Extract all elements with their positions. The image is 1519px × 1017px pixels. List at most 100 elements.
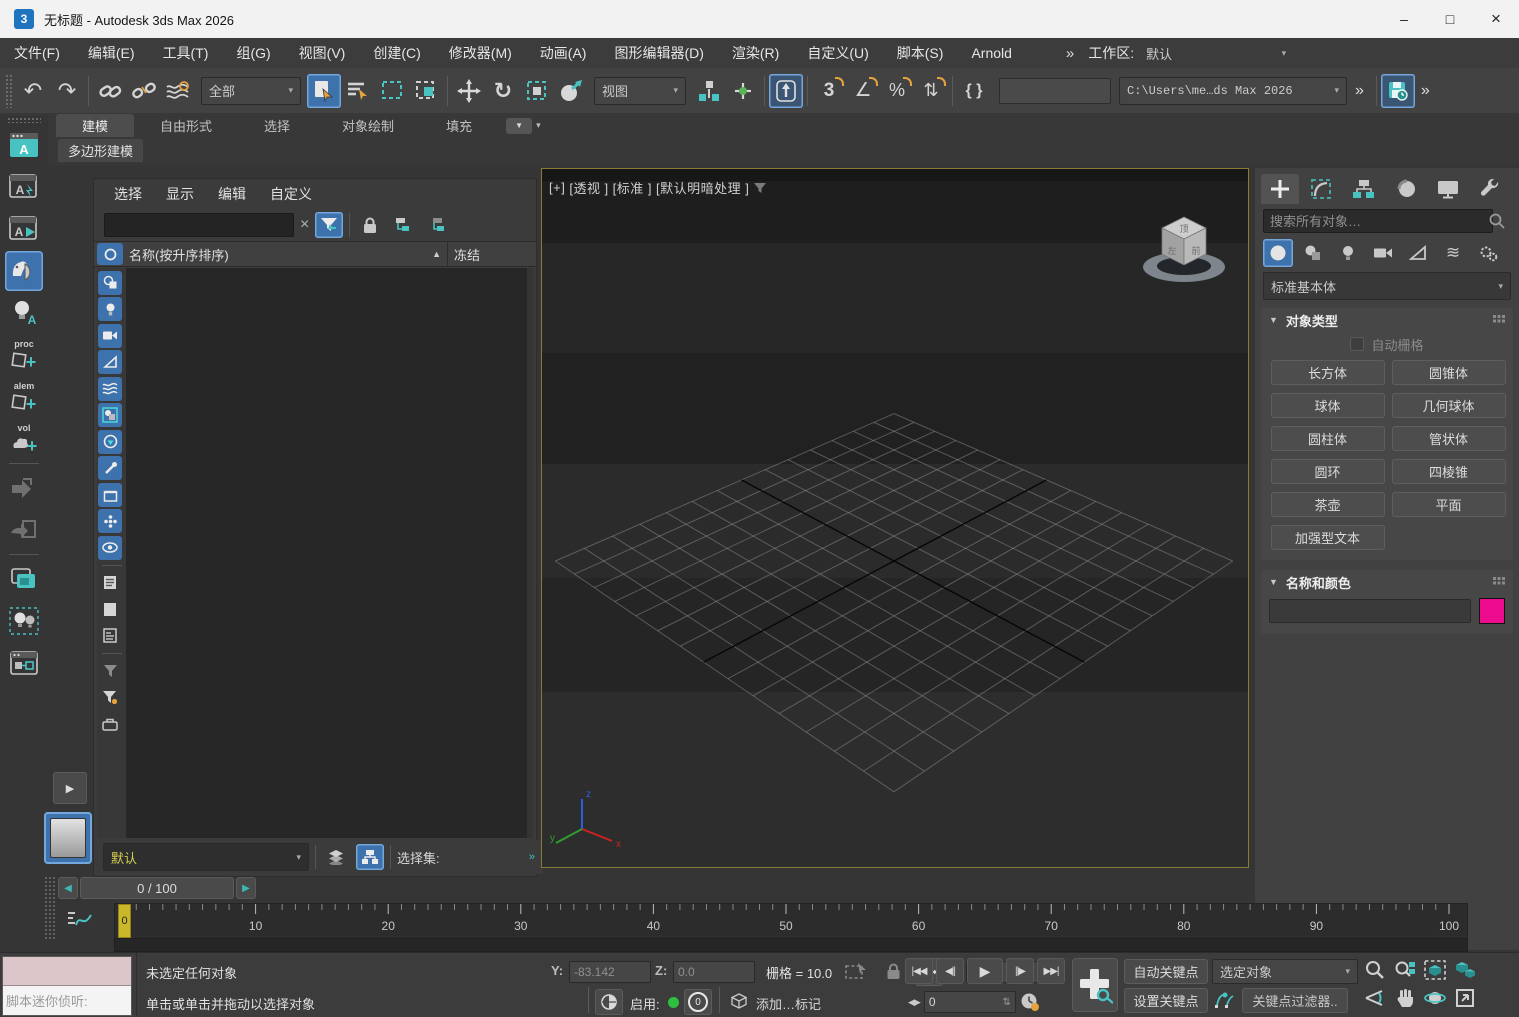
lock-explorer-icon[interactable] — [356, 212, 384, 238]
menu-tools[interactable]: 工具(T) — [149, 38, 223, 68]
ribbon-tab-populate[interactable]: 填充 — [420, 114, 498, 137]
next-frame-button[interactable]: ||▶ — [1006, 958, 1034, 984]
project-folder-dropdown[interactable]: C:\Users\me…ds Max 2026 ▾ — [1119, 77, 1347, 105]
primitive-category-dropdown[interactable]: 标准基本体 ▾ — [1263, 272, 1511, 300]
timeline-ruler[interactable]: 0102030405060708090100 — [114, 903, 1468, 939]
filter-config-icon[interactable] — [98, 685, 122, 709]
object-color-swatch[interactable] — [1479, 598, 1505, 624]
ribbon-minimize-button[interactable]: ▼ — [506, 118, 532, 134]
ribbon-minimize-caret[interactable]: ▾ — [536, 120, 541, 131]
menu-customize[interactable]: 自定义(U) — [793, 38, 882, 68]
column-name-header[interactable]: 名称(按升序排序) ▲ — [123, 242, 448, 266]
menu-rendering[interactable]: 渲染(R) — [718, 38, 793, 68]
timeline-grip[interactable] — [44, 876, 56, 940]
key-mode-dropdown[interactable]: 选定对象 ▾ — [1212, 959, 1358, 984]
named-selection-input[interactable] — [999, 78, 1111, 104]
detail-view-icon[interactable] — [98, 624, 122, 648]
ribbon-panel-polygon-modeling[interactable]: 多边形建模 — [58, 139, 143, 162]
maximize-viewport-toggle[interactable] — [1452, 985, 1478, 1011]
footer-overflow-chevron[interactable]: » — [529, 851, 535, 863]
tab-display[interactable] — [1429, 174, 1467, 204]
auto-key-button[interactable]: 自动关键点 — [1124, 959, 1208, 984]
current-frame-field[interactable]: 0 ⇅ — [924, 991, 1016, 1013]
key-step-icons[interactable]: ◀▶ — [908, 997, 920, 1008]
reference-coordinate-dropdown[interactable]: 视图 ▾ — [594, 77, 686, 105]
selection-filter-dropdown[interactable]: 全部 ▾ — [201, 77, 301, 105]
viewport-layout-tab[interactable] — [44, 812, 92, 864]
teapot-button[interactable]: 茶壶 — [1271, 492, 1385, 517]
object-name-input[interactable] — [1269, 599, 1471, 623]
selection-lock-toggle[interactable] — [880, 959, 906, 983]
arnold-ipr-icon[interactable]: A — [5, 209, 43, 249]
filter-xrefs-icon[interactable] — [98, 430, 122, 454]
sx-menu-select[interactable]: 选择 — [102, 180, 154, 208]
object-search-input[interactable] — [1263, 209, 1493, 233]
scene-explorer-expand-button[interactable]: ▶ — [53, 772, 87, 804]
time-configuration-icon[interactable] — [1020, 992, 1040, 1012]
filter-lights-icon[interactable] — [98, 297, 122, 321]
toolbar-overflow-chevron[interactable]: » — [1355, 82, 1364, 100]
frame-counter-field[interactable]: 0 / 100 — [80, 877, 234, 899]
redo-button[interactable]: ↷ — [50, 74, 84, 108]
y-coordinate-field[interactable]: -83.142 — [569, 961, 651, 983]
box-button[interactable]: 长方体 — [1271, 360, 1385, 385]
ribbon-tab-modeling[interactable]: 建模 — [56, 114, 134, 137]
play-button[interactable]: ▶ — [967, 958, 1003, 984]
arnold-light-icon[interactable]: A — [5, 293, 43, 333]
menu-arnold[interactable]: Arnold — [957, 38, 1025, 68]
named-selection-sets-button[interactable]: { } — [957, 74, 991, 108]
zoom-all-icon[interactable] — [1392, 957, 1418, 983]
arnold-renderview-icon[interactable]: A — [5, 125, 43, 165]
category-geometry-icon[interactable] — [1263, 239, 1293, 267]
select-and-move-button[interactable] — [452, 74, 486, 108]
tab-motion[interactable] — [1387, 174, 1425, 204]
bind-to-spacewarp-icon[interactable] — [161, 74, 195, 108]
snaps-toggle-3d[interactable]: 3 — [812, 74, 846, 108]
listener-script-row[interactable]: 脚本迷你侦听: — [3, 986, 131, 1015]
tab-modify[interactable] — [1303, 174, 1341, 204]
menu-file[interactable]: 文件(F) — [0, 38, 74, 68]
listener-macro-row[interactable] — [3, 957, 131, 986]
filter-particles-icon[interactable] — [98, 509, 122, 533]
category-spacewarps-icon[interactable]: ≋ — [1438, 239, 1468, 267]
spinner-snap-toggle[interactable]: ⇅ — [914, 74, 948, 108]
arnold-active-shade-icon[interactable] — [5, 251, 43, 291]
pyramid-button[interactable]: 四棱锥 — [1392, 459, 1506, 484]
tab-create[interactable] — [1261, 174, 1299, 204]
toolbar-overflow-chevron-2[interactable]: » — [1421, 82, 1430, 100]
hierarchy-view-icon[interactable] — [356, 844, 384, 870]
scene-search-input[interactable] — [104, 213, 294, 237]
z-coordinate-field[interactable]: 0.0 — [673, 961, 755, 983]
scene-object-list[interactable] — [126, 268, 527, 838]
mini-curve-editor-icon[interactable] — [64, 905, 96, 935]
select-and-manipulate-button[interactable] — [726, 74, 760, 108]
material-library-icon[interactable] — [5, 559, 43, 599]
ribbon-tab-object-paint[interactable]: 对象绘制 — [316, 114, 420, 137]
select-by-name-button[interactable] — [341, 74, 375, 108]
sx-menu-edit[interactable]: 编辑 — [206, 180, 258, 208]
minimize-button[interactable]: – — [1381, 0, 1427, 38]
sphere-button[interactable]: 球体 — [1271, 393, 1385, 418]
zoom-extents-icon[interactable] — [1422, 957, 1448, 983]
select-object-button[interactable] — [307, 74, 341, 108]
cylinder-button[interactable]: 圆柱体 — [1271, 426, 1385, 451]
menu-graph-editors[interactable]: 图形编辑器(D) — [600, 38, 717, 68]
time-tag-cube-icon[interactable] — [728, 991, 750, 1011]
workspace-dropdown[interactable]: 默认 ▾ — [1138, 39, 1294, 67]
zoom-extents-all-icon[interactable] — [1452, 957, 1478, 983]
set-key-big-button[interactable] — [1072, 958, 1118, 1012]
layer-view-icon[interactable] — [322, 844, 350, 870]
percent-snap-toggle[interactable]: % — [880, 74, 914, 108]
angle-snap-toggle[interactable]: ∠ — [846, 74, 880, 108]
track-bar[interactable] — [114, 938, 1468, 952]
save-scene-icon[interactable] — [1381, 74, 1415, 108]
select-and-rotate-button[interactable]: ↻ — [486, 74, 520, 108]
add-time-tag[interactable]: 添加…标记 — [756, 994, 821, 1013]
select-and-scale-button[interactable] — [520, 74, 554, 108]
arnold-toolbar-grip[interactable] — [7, 117, 41, 123]
column-icon-header[interactable] — [97, 243, 123, 265]
filter-geometry-icon[interactable] — [98, 271, 122, 295]
keyboard-shortcut-override-toggle[interactable] — [769, 74, 803, 108]
basket-icon[interactable] — [98, 712, 122, 736]
menu-scripting[interactable]: 脚本(S) — [883, 38, 958, 68]
